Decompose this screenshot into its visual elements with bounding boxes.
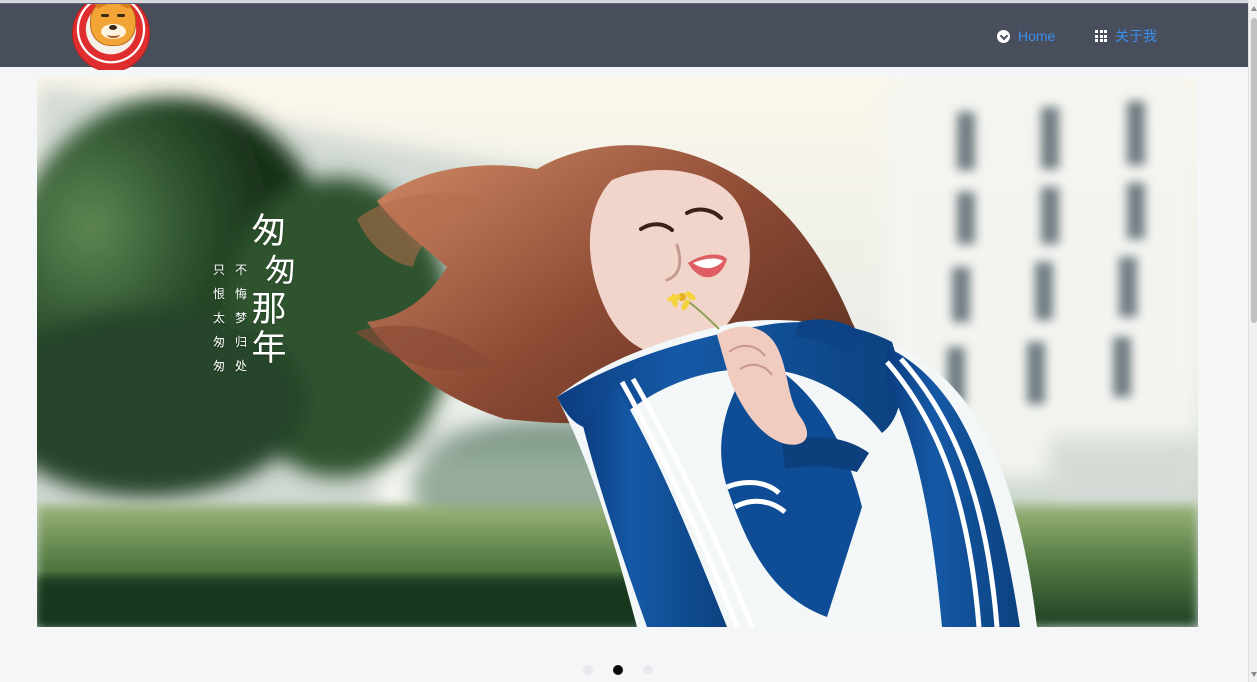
scroll-down-icon[interactable] [1251, 672, 1257, 677]
scrollbar-thumb[interactable] [1251, 18, 1257, 323]
carousel-dot-active[interactable] [613, 665, 623, 675]
dog-left-ear [91, 4, 109, 9]
site-logo[interactable] [72, 4, 152, 70]
hero-banner-image[interactable]: 只 恨 太 匆 匆 不 悔 梦 归 处 匆 匆 那 年 [37, 77, 1198, 627]
dark-hedge [37, 577, 687, 627]
home-icon [997, 29, 1010, 43]
dog-right-ear [117, 4, 135, 9]
dog-left-eye [101, 14, 109, 17]
poem-title-char: 那 [251, 290, 287, 330]
carousel-dot[interactable] [583, 665, 593, 675]
poem-title-char: 匆 [265, 253, 297, 290]
poem-title-char: 匆 [251, 212, 287, 252]
carousel-indicators [580, 663, 660, 677]
dog-mouth [107, 31, 120, 38]
poem-char: 恨 [212, 287, 225, 301]
nav-about-me-label: 关于我 [1115, 28, 1157, 44]
blog-home-page: Home 关于我 只 恨 太 匆 匆 不 悔 梦 归 处 匆 匆 那 年 [0, 0, 1257, 682]
vertical-scrollbar[interactable] [1248, 0, 1257, 682]
poem-char: 匆 [212, 335, 225, 349]
poem-title-char: 年 [251, 329, 287, 369]
nav-about-me-link[interactable]: 关于我 [1095, 26, 1157, 46]
logo-badge [72, 4, 150, 70]
dog-nose [109, 25, 117, 30]
poem-line-left: 只 恨 太 匆 匆 [211, 258, 227, 378]
shiba-dog-logo-icon [90, 4, 136, 46]
hero-poem-overlay: 只 恨 太 匆 匆 不 悔 梦 归 处 匆 匆 那 年 [211, 212, 307, 374]
poem-char: 匆 [212, 359, 225, 373]
poem-title: 匆 匆 那 年 [244, 212, 297, 369]
dog-right-eye [117, 14, 125, 17]
poem-char: 太 [212, 311, 225, 325]
poem-char: 只 [212, 263, 225, 277]
nav-home-link[interactable]: Home [997, 26, 1055, 46]
scroll-up-icon[interactable] [1251, 6, 1257, 11]
carousel-dot[interactable] [643, 665, 653, 675]
nav-home-label: Home [1018, 28, 1056, 44]
grid-icon [1095, 30, 1107, 42]
top-navigation-bar: Home 关于我 [0, 3, 1248, 70]
